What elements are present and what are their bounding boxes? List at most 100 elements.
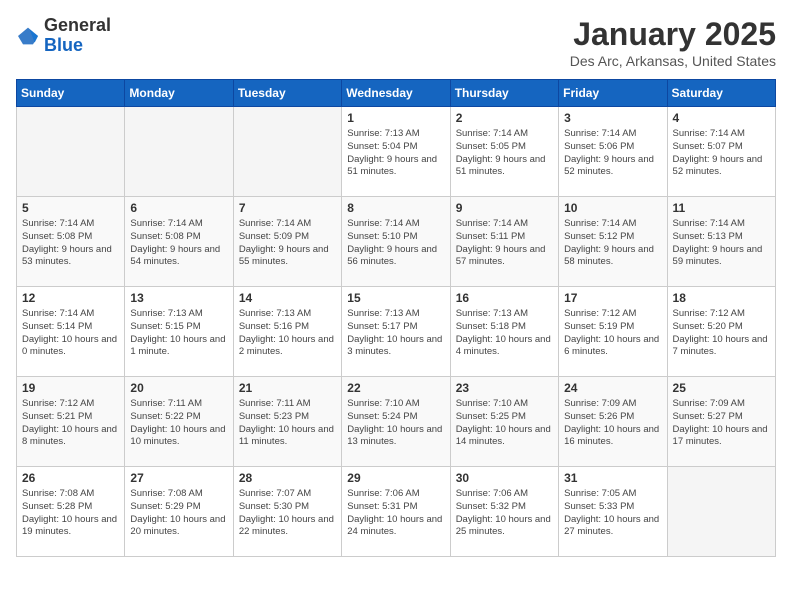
day-number: 29 <box>347 471 444 485</box>
day-info: Sunrise: 7:10 AMSunset: 5:24 PMDaylight:… <box>347 398 444 449</box>
day-cell: 18 Sunrise: 7:12 AMSunset: 5:20 PMDayligh… <box>667 287 775 377</box>
day-info: Sunrise: 7:07 AMSunset: 5:30 PMDaylight:… <box>239 488 336 539</box>
day-info: Sunrise: 7:13 AMSunset: 5:18 PMDaylight:… <box>456 308 553 359</box>
day-number: 30 <box>456 471 553 485</box>
day-cell <box>667 467 775 557</box>
weekday-header-row: SundayMondayTuesdayWednesdayThursdayFrid… <box>17 80 776 107</box>
day-number: 18 <box>673 291 770 305</box>
logo-blue: Blue <box>44 35 83 55</box>
weekday-header-saturday: Saturday <box>667 80 775 107</box>
day-cell: 7 Sunrise: 7:14 AMSunset: 5:09 PMDaylight… <box>233 197 341 287</box>
day-number: 11 <box>673 201 770 215</box>
day-number: 17 <box>564 291 661 305</box>
title-block: January 2025 Des Arc, Arkansas, United S… <box>570 16 776 69</box>
day-cell: 22 Sunrise: 7:10 AMSunset: 5:24 PMDayligh… <box>342 377 450 467</box>
day-cell: 29 Sunrise: 7:06 AMSunset: 5:31 PMDayligh… <box>342 467 450 557</box>
day-info: Sunrise: 7:08 AMSunset: 5:28 PMDaylight:… <box>22 488 119 539</box>
day-info: Sunrise: 7:13 AMSunset: 5:04 PMDaylight:… <box>347 128 444 179</box>
day-cell: 15 Sunrise: 7:13 AMSunset: 5:17 PMDayligh… <box>342 287 450 377</box>
day-cell: 24Sunrise: 7:09 AMSunset: 5:26 PMDayligh… <box>559 377 667 467</box>
week-row-1: 1Sunrise: 7:13 AMSunset: 5:04 PMDaylight… <box>17 107 776 197</box>
day-cell <box>17 107 125 197</box>
day-number: 3 <box>564 111 661 125</box>
day-cell: 23 Sunrise: 7:10 AMSunset: 5:25 PMDayligh… <box>450 377 558 467</box>
day-number: 22 <box>347 381 444 395</box>
calendar-table: SundayMondayTuesdayWednesdayThursdayFrid… <box>16 79 776 557</box>
day-cell: 5Sunrise: 7:14 AMSunset: 5:08 PMDaylight… <box>17 197 125 287</box>
day-cell: 12 Sunrise: 7:14 AMSunset: 5:14 PMDayligh… <box>17 287 125 377</box>
day-info: Sunrise: 7:12 AMSunset: 5:21 PMDaylight:… <box>22 398 119 449</box>
week-row-3: 12 Sunrise: 7:14 AMSunset: 5:14 PMDayligh… <box>17 287 776 377</box>
day-cell <box>233 107 341 197</box>
day-number: 8 <box>347 201 444 215</box>
day-info: Sunrise: 7:13 AMSunset: 5:16 PMDaylight:… <box>239 308 336 359</box>
weekday-header-tuesday: Tuesday <box>233 80 341 107</box>
day-info: Sunrise: 7:13 AMSunset: 5:17 PMDaylight:… <box>347 308 444 359</box>
day-number: 2 <box>456 111 553 125</box>
day-cell: 4 Sunrise: 7:14 AMSunset: 5:07 PMDaylight… <box>667 107 775 197</box>
day-cell: 6Sunrise: 7:14 AMSunset: 5:08 PMDaylight… <box>125 197 233 287</box>
day-cell: 19 Sunrise: 7:12 AMSunset: 5:21 PMDayligh… <box>17 377 125 467</box>
day-cell: 31Sunrise: 7:05 AMSunset: 5:33 PMDayligh… <box>559 467 667 557</box>
day-info: Sunrise: 7:12 AMSunset: 5:19 PMDaylight:… <box>564 308 661 359</box>
day-number: 14 <box>239 291 336 305</box>
day-cell: 25 Sunrise: 7:09 AMSunset: 5:27 PMDayligh… <box>667 377 775 467</box>
day-cell: 27 Sunrise: 7:08 AMSunset: 5:29 PMDayligh… <box>125 467 233 557</box>
day-info: Sunrise: 7:06 AMSunset: 5:31 PMDaylight:… <box>347 488 444 539</box>
day-cell: 13Sunrise: 7:13 AMSunset: 5:15 PMDayligh… <box>125 287 233 377</box>
logo-text: General Blue <box>44 16 111 56</box>
day-info: Sunrise: 7:14 AMSunset: 5:10 PMDaylight:… <box>347 218 444 269</box>
day-info: Sunrise: 7:14 AMSunset: 5:13 PMDaylight:… <box>673 218 770 269</box>
day-info: Sunrise: 7:14 AMSunset: 5:14 PMDaylight:… <box>22 308 119 359</box>
day-number: 13 <box>130 291 227 305</box>
day-cell: 14 Sunrise: 7:13 AMSunset: 5:16 PMDayligh… <box>233 287 341 377</box>
weekday-header-sunday: Sunday <box>17 80 125 107</box>
day-cell: 3Sunrise: 7:14 AMSunset: 5:06 PMDaylight… <box>559 107 667 197</box>
week-row-4: 19 Sunrise: 7:12 AMSunset: 5:21 PMDayligh… <box>17 377 776 467</box>
day-info: Sunrise: 7:09 AMSunset: 5:26 PMDaylight:… <box>564 398 661 449</box>
day-info: Sunrise: 7:10 AMSunset: 5:25 PMDaylight:… <box>456 398 553 449</box>
day-info: Sunrise: 7:14 AMSunset: 5:12 PMDaylight:… <box>564 218 661 269</box>
day-info: Sunrise: 7:11 AMSunset: 5:23 PMDaylight:… <box>239 398 336 449</box>
day-number: 7 <box>239 201 336 215</box>
weekday-header-friday: Friday <box>559 80 667 107</box>
logo: General Blue <box>16 16 111 56</box>
day-info: Sunrise: 7:14 AMSunset: 5:05 PMDaylight:… <box>456 128 553 179</box>
day-info: Sunrise: 7:14 AMSunset: 5:07 PMDaylight:… <box>673 128 770 179</box>
day-info: Sunrise: 7:12 AMSunset: 5:20 PMDaylight:… <box>673 308 770 359</box>
day-info: Sunrise: 7:14 AMSunset: 5:11 PMDaylight:… <box>456 218 553 269</box>
day-info: Sunrise: 7:14 AMSunset: 5:09 PMDaylight:… <box>239 218 336 269</box>
day-number: 16 <box>456 291 553 305</box>
day-cell <box>125 107 233 197</box>
day-number: 25 <box>673 381 770 395</box>
day-cell: 17 Sunrise: 7:12 AMSunset: 5:19 PMDayligh… <box>559 287 667 377</box>
logo-icon <box>16 26 40 46</box>
day-number: 9 <box>456 201 553 215</box>
page-header: General Blue January 2025 Des Arc, Arkan… <box>16 16 776 69</box>
day-number: 12 <box>22 291 119 305</box>
day-info: Sunrise: 7:14 AMSunset: 5:08 PMDaylight:… <box>22 218 119 269</box>
day-info: Sunrise: 7:05 AMSunset: 5:33 PMDaylight:… <box>564 488 661 539</box>
day-cell: 8 Sunrise: 7:14 AMSunset: 5:10 PMDaylight… <box>342 197 450 287</box>
logo-general: General <box>44 15 111 35</box>
day-cell: 2 Sunrise: 7:14 AMSunset: 5:05 PMDaylight… <box>450 107 558 197</box>
day-number: 15 <box>347 291 444 305</box>
week-row-2: 5Sunrise: 7:14 AMSunset: 5:08 PMDaylight… <box>17 197 776 287</box>
location: Des Arc, Arkansas, United States <box>570 53 776 69</box>
day-info: Sunrise: 7:09 AMSunset: 5:27 PMDaylight:… <box>673 398 770 449</box>
day-cell: 28Sunrise: 7:07 AMSunset: 5:30 PMDayligh… <box>233 467 341 557</box>
day-number: 23 <box>456 381 553 395</box>
weekday-header-wednesday: Wednesday <box>342 80 450 107</box>
day-number: 6 <box>130 201 227 215</box>
day-cell: 20Sunrise: 7:11 AMSunset: 5:22 PMDayligh… <box>125 377 233 467</box>
day-cell: 11 Sunrise: 7:14 AMSunset: 5:13 PMDayligh… <box>667 197 775 287</box>
day-info: Sunrise: 7:08 AMSunset: 5:29 PMDaylight:… <box>130 488 227 539</box>
day-number: 20 <box>130 381 227 395</box>
day-number: 27 <box>130 471 227 485</box>
day-cell: 26Sunrise: 7:08 AMSunset: 5:28 PMDayligh… <box>17 467 125 557</box>
day-number: 19 <box>22 381 119 395</box>
day-number: 10 <box>564 201 661 215</box>
day-cell: 16 Sunrise: 7:13 AMSunset: 5:18 PMDayligh… <box>450 287 558 377</box>
weekday-header-monday: Monday <box>125 80 233 107</box>
day-number: 4 <box>673 111 770 125</box>
